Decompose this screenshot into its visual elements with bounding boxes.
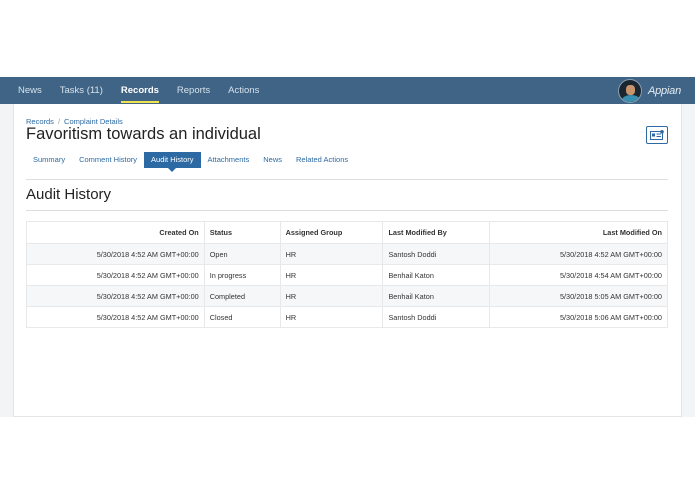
cell-last-modified-on: 5/30/2018 5:05 AM GMT+00:00 (489, 285, 668, 307)
tab-news[interactable]: News (256, 152, 289, 168)
audit-history-table: Created On Status Assigned Group Last Mo… (26, 221, 668, 328)
page-title: Favoritism towards an individual (26, 125, 261, 143)
cell-status: Closed (203, 306, 281, 328)
cell-assigned-group: HR (279, 285, 384, 307)
tabs-divider (26, 179, 668, 180)
cell-status: Open (203, 243, 281, 265)
cell-last-modified-by: Benhail Katon (382, 285, 491, 307)
cell-assigned-group: HR (279, 264, 384, 286)
table-row: 5/30/2018 4:52 AM GMT+00:00 In progress … (26, 264, 668, 286)
appian-logo: Appian (647, 84, 681, 97)
cell-status: In progress (203, 264, 281, 286)
cell-created-on: 5/30/2018 4:52 AM GMT+00:00 (26, 306, 205, 328)
cell-assigned-group: HR (279, 306, 384, 328)
record-tabs: Summary Comment History Audit History At… (26, 152, 355, 172)
tab-attachments[interactable]: Attachments (201, 152, 257, 168)
column-header-assigned-group[interactable]: Assigned Group (279, 221, 384, 244)
column-header-created-on[interactable]: Created On (26, 221, 205, 244)
tab-comment-history[interactable]: Comment History (72, 152, 144, 168)
tab-audit-history[interactable]: Audit History (144, 152, 201, 172)
section-divider (26, 210, 668, 211)
cell-created-on: 5/30/2018 4:52 AM GMT+00:00 (26, 264, 205, 286)
cell-last-modified-on: 5/30/2018 4:54 AM GMT+00:00 (489, 264, 668, 286)
cell-last-modified-by: Benhail Katon (382, 264, 491, 286)
cell-status: Completed (203, 285, 281, 307)
nav-item-records[interactable]: Records (112, 77, 168, 104)
nav-item-news[interactable]: News (0, 77, 51, 104)
nav-item-actions[interactable]: Actions (219, 77, 268, 104)
nav-user-area: Appian (617, 77, 681, 104)
section-title: Audit History (26, 186, 112, 203)
tab-related-actions[interactable]: Related Actions (289, 152, 355, 168)
column-header-status[interactable]: Status (203, 221, 281, 244)
page-gutter-left (0, 104, 13, 417)
user-avatar-icon[interactable] (617, 78, 642, 103)
tab-summary[interactable]: Summary (26, 152, 72, 168)
cell-assigned-group: HR (279, 243, 384, 265)
cell-last-modified-by: Santosh Doddi (382, 243, 491, 265)
record-card-icon[interactable] (646, 126, 668, 144)
table-row: 5/30/2018 4:52 AM GMT+00:00 Completed HR… (26, 285, 668, 307)
cell-created-on: 5/30/2018 4:52 AM GMT+00:00 (26, 243, 205, 265)
table-row: 5/30/2018 4:52 AM GMT+00:00 Open HR Sant… (26, 243, 668, 265)
nav-item-tasks[interactable]: Tasks (11) (51, 77, 112, 104)
cell-created-on: 5/30/2018 4:52 AM GMT+00:00 (26, 285, 205, 307)
cell-last-modified-by: Santosh Doddi (382, 306, 491, 328)
page-gutter-right (682, 104, 695, 417)
table-row: 5/30/2018 4:52 AM GMT+00:00 Closed HR Sa… (26, 306, 668, 328)
column-header-last-modified-by[interactable]: Last Modified By (382, 221, 491, 244)
cell-last-modified-on: 5/30/2018 5:06 AM GMT+00:00 (489, 306, 668, 328)
column-header-last-modified-on[interactable]: Last Modified On (489, 221, 668, 244)
top-nav-bar: News Tasks (11) Records Reports Actions … (0, 77, 695, 104)
table-header-row: Created On Status Assigned Group Last Mo… (26, 221, 668, 244)
nav-item-reports[interactable]: Reports (168, 77, 219, 104)
cell-last-modified-on: 5/30/2018 4:52 AM GMT+00:00 (489, 243, 668, 265)
